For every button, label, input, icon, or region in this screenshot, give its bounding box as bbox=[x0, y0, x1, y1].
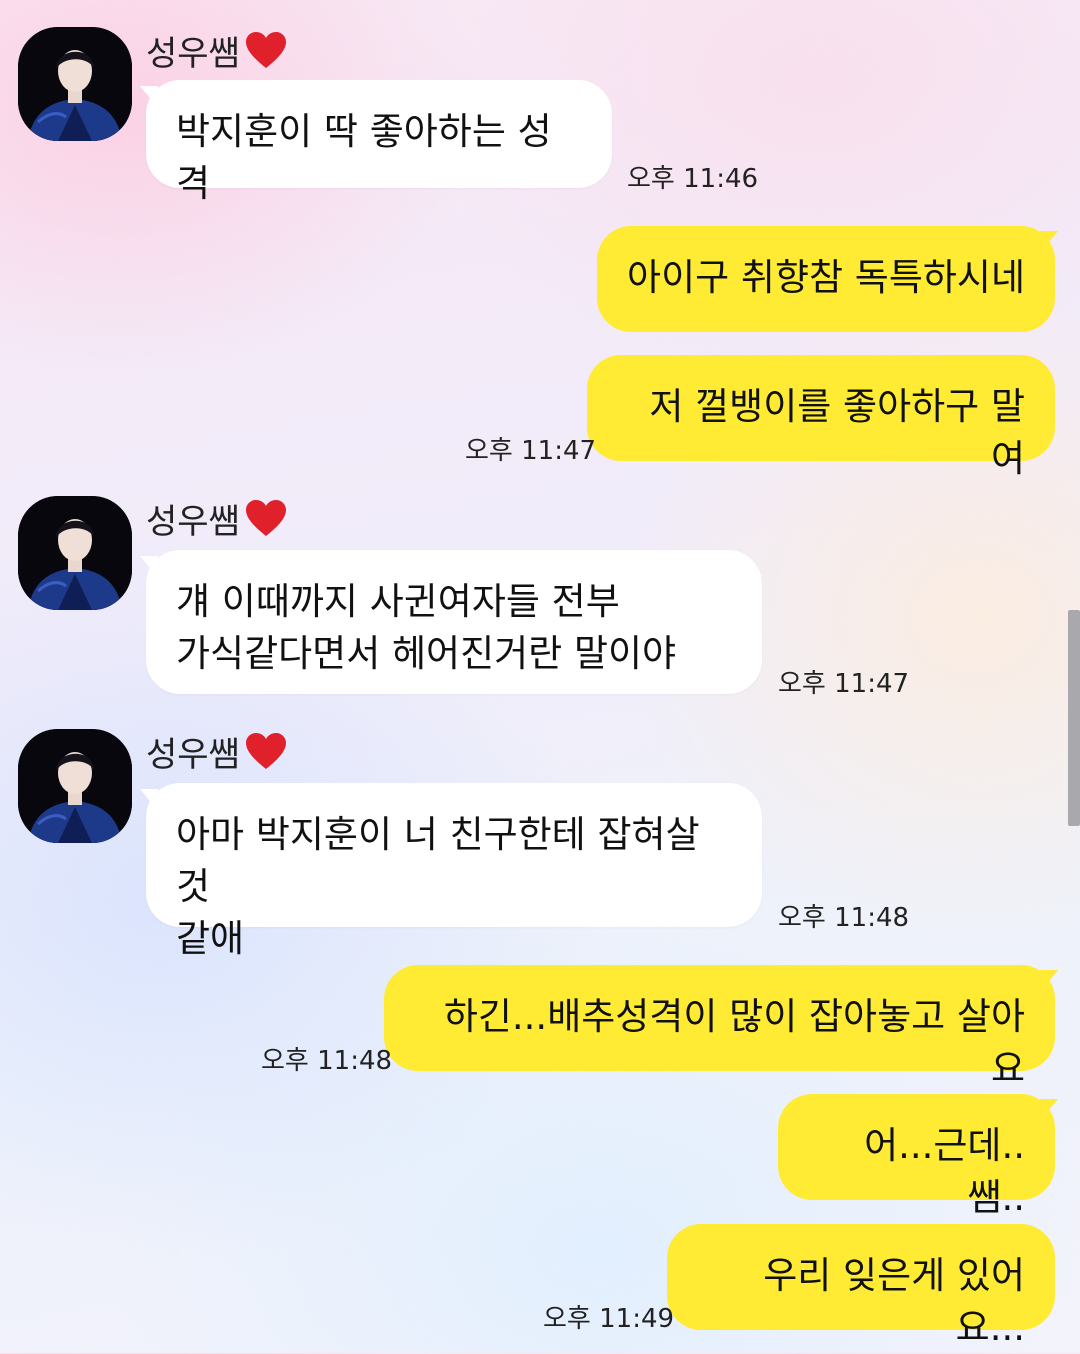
message-bubble-outgoing[interactable]: 아이구 취향참 독특하시네 bbox=[597, 226, 1055, 332]
heart-icon bbox=[245, 500, 286, 536]
message-bubble-outgoing[interactable]: 하긴...배추성격이 많이 잡아놓고 살아요 bbox=[384, 965, 1055, 1090]
message-timestamp: 오후 11:48 bbox=[778, 903, 910, 933]
message-bubble-incoming[interactable]: 걔 이때까지 사귄여자들 전부 가식같다면서 헤어진거란 말이야 bbox=[146, 550, 762, 694]
message-bubble-outgoing[interactable]: 우리 잊은게 있어요... bbox=[667, 1224, 1055, 1349]
sender-name: 성우쌤 bbox=[146, 501, 240, 542]
message-timestamp: 오후 11:48 bbox=[261, 1046, 393, 1076]
message-bubble-incoming[interactable]: 박지훈이 딱 좋아하는 성격 bbox=[146, 80, 612, 205]
message-timestamp: 오후 11:46 bbox=[627, 164, 759, 194]
avatar[interactable] bbox=[18, 496, 132, 610]
message-timestamp: 오후 11:47 bbox=[465, 436, 597, 466]
sender-name-row: 성우쌤 bbox=[146, 494, 288, 542]
avatar[interactable] bbox=[18, 729, 132, 843]
heart-icon bbox=[245, 733, 286, 769]
message-timestamp: 오후 11:49 bbox=[543, 1304, 675, 1334]
sender-name: 성우쌤 bbox=[146, 734, 240, 775]
message-bubble-incoming[interactable]: 아마 박지훈이 너 친구한테 잡혀살것 같애 bbox=[146, 783, 762, 960]
message-bubble-outgoing[interactable]: 저 껄뱅이를 좋아하구 말여 bbox=[587, 355, 1055, 480]
message-bubble-outgoing[interactable]: 어...근데..쌤.. bbox=[778, 1094, 1055, 1219]
avatar[interactable] bbox=[18, 27, 132, 141]
scrollbar[interactable] bbox=[1068, 610, 1080, 826]
message-timestamp: 오후 11:47 bbox=[778, 669, 910, 699]
sender-name: 성우쌤 bbox=[146, 33, 240, 74]
sender-name-row: 성우쌤 bbox=[146, 727, 288, 775]
heart-icon bbox=[245, 32, 286, 68]
sender-name-row: 성우쌤 bbox=[146, 26, 288, 74]
chat-window: 성우쌤 박지훈이 딱 좋아하는 성격 오후 11:46 아이구 취향참 독특하시… bbox=[0, 0, 1080, 1353]
